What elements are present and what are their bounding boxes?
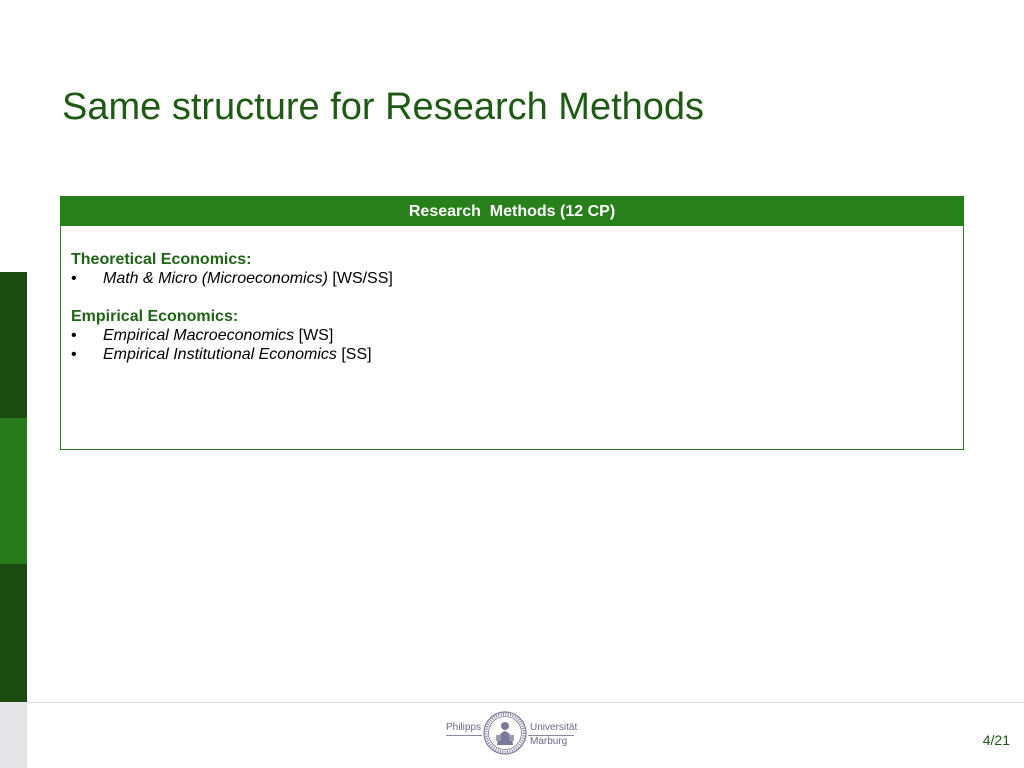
logo-text-universitat: Universität [530, 722, 578, 733]
side-bar-segment-1 [0, 272, 27, 418]
list-item: • Empirical Macroeconomics [WS] [71, 326, 953, 345]
logo-rule-left [446, 735, 482, 736]
page-number: 4/21 [982, 732, 1010, 748]
theoretical-course-list: • Math & Micro (Microeconomics) [WS/SS] [71, 269, 953, 288]
footer-divider [27, 702, 1024, 703]
table-body: Theoretical Economics: • Math & Micro (M… [61, 226, 963, 364]
university-seal-icon [483, 711, 527, 755]
bullet-icon: • [71, 346, 77, 363]
empirical-course-list: • Empirical Macroeconomics [WS] • Empiri… [71, 326, 953, 364]
course-term: [SS] [341, 346, 372, 363]
side-bar-segment-3 [0, 564, 27, 702]
side-bar-segment-4 [0, 702, 27, 768]
section-heading-empirical: Empirical Economics: [71, 308, 239, 325]
bullet-icon: • [71, 270, 77, 287]
section-heading-theoretical: Theoretical Economics: [71, 251, 252, 268]
list-item: • Math & Micro (Microeconomics) [WS/SS] [71, 269, 953, 288]
logo-text-philipps: Philipps [446, 722, 482, 733]
course-name: Math & Micro (Microeconomics) [103, 270, 328, 287]
university-logo: Philipps Universität Marburg [446, 710, 578, 758]
logo-text-marburg: Marburg [530, 736, 568, 747]
side-bar-segment-2 [0, 418, 27, 564]
slide-title: Same structure for Research Methods [62, 86, 705, 128]
course-name: Empirical Institutional Economics [103, 346, 337, 363]
research-methods-table: Research Methods (12 CP) Theoretical Eco… [60, 196, 964, 450]
list-item: • Empirical Institutional Economics [SS] [71, 345, 953, 364]
course-term: [WS] [298, 327, 334, 344]
table-header: Research Methods (12 CP) [61, 197, 963, 226]
bullet-icon: • [71, 327, 77, 344]
course-name: Empirical Macroeconomics [103, 327, 295, 344]
course-term: [WS/SS] [332, 270, 393, 287]
